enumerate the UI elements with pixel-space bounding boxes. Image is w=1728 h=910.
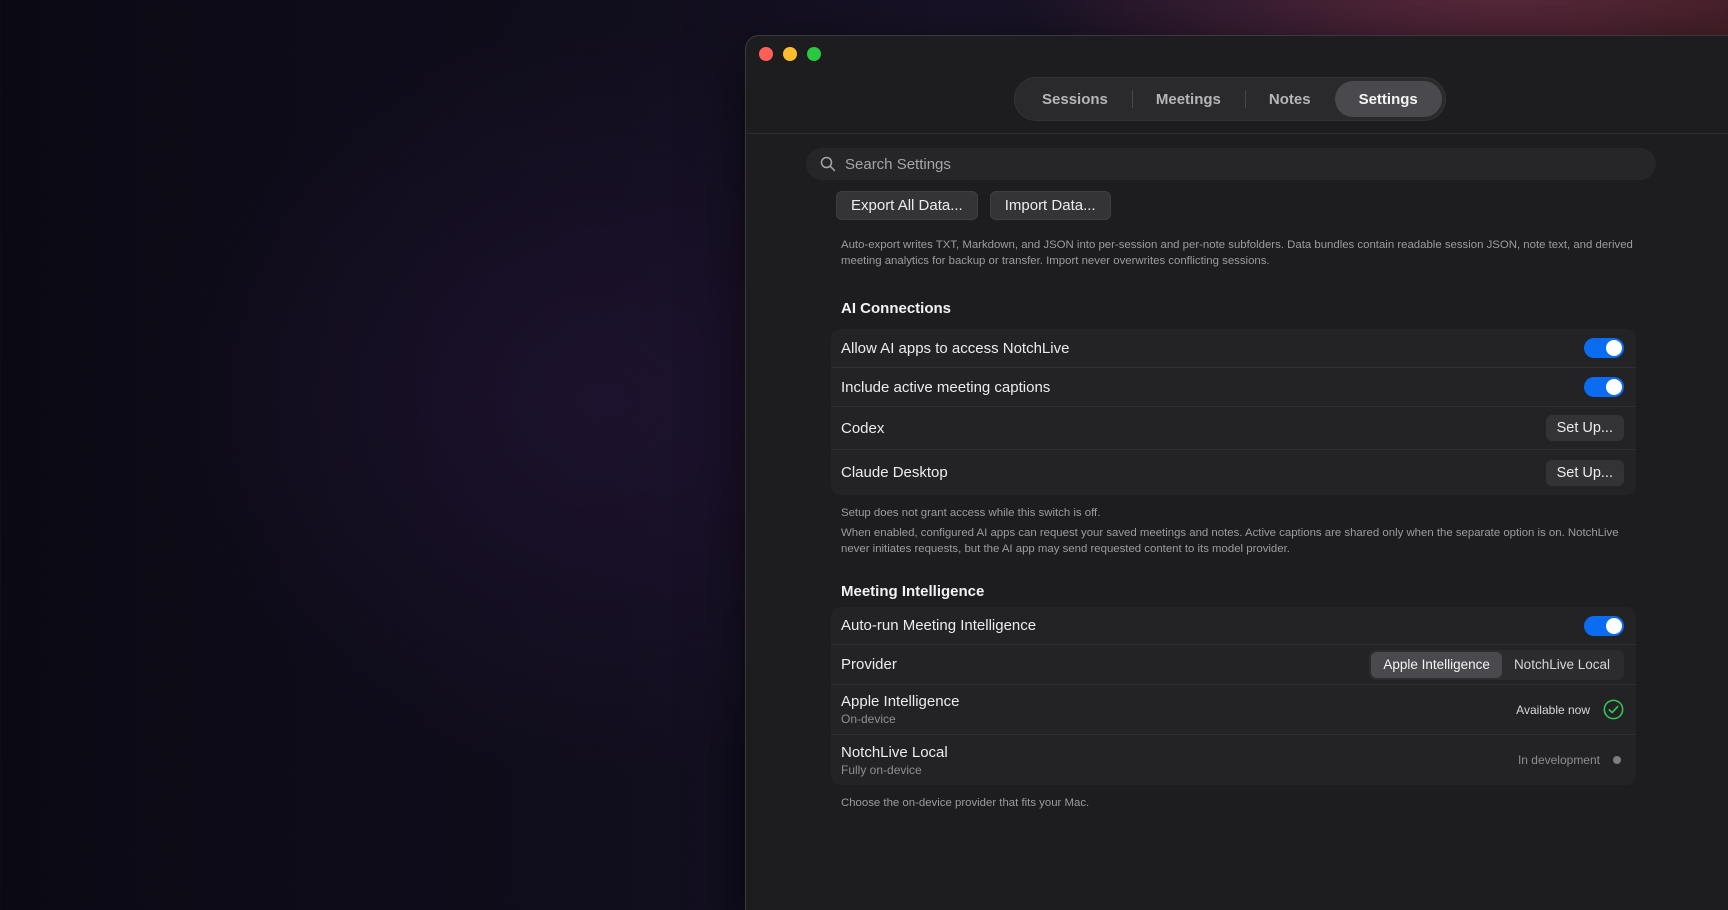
notchlive-local-row: NotchLive Local Fully on-device In devel… bbox=[831, 735, 1636, 785]
ai-connections-group: Allow AI apps to access NotchLive Includ… bbox=[831, 329, 1636, 495]
tab-meetings[interactable]: Meetings bbox=[1131, 81, 1245, 117]
autorun-row: Auto-run Meeting Intelligence bbox=[831, 607, 1636, 645]
claude-desktop-label: Claude Desktop bbox=[841, 464, 948, 481]
provider-note: Choose the on-device provider that fits … bbox=[841, 797, 1090, 809]
meeting-intelligence-title: Meeting Intelligence bbox=[841, 583, 985, 600]
codex-label: Codex bbox=[841, 419, 885, 437]
export-all-data-button[interactable]: Export All Data... bbox=[836, 191, 978, 220]
search-input[interactable] bbox=[845, 155, 1545, 173]
settings-window: Sessions Meetings Notes Settings Export … bbox=[745, 35, 1728, 910]
ai-connections-title: AI Connections bbox=[841, 300, 952, 317]
notchlive-local-status: In development bbox=[1518, 753, 1624, 767]
autorun-label: Auto-run Meeting Intelligence bbox=[841, 617, 1037, 634]
tab-settings[interactable]: Settings bbox=[1334, 81, 1442, 117]
allow-ai-toggle[interactable] bbox=[1584, 338, 1624, 358]
provider-option-notchlive-local[interactable]: NotchLive Local bbox=[1502, 652, 1622, 678]
claude-desktop-row: Claude Desktop Set Up... bbox=[831, 450, 1636, 495]
import-data-button[interactable]: Import Data... bbox=[989, 191, 1111, 220]
notchlive-local-info: NotchLive Local Fully on-device bbox=[841, 744, 948, 777]
data-buttons: Export All Data... Import Data... bbox=[836, 191, 1646, 220]
notchlive-local-status-text: In development bbox=[1517, 753, 1600, 767]
captions-row: Include active meeting captions bbox=[831, 368, 1636, 407]
apple-intelligence-status: Available now bbox=[1516, 699, 1624, 720]
meeting-intelligence-group: Auto-run Meeting Intelligence Provider A… bbox=[831, 607, 1636, 785]
ai-privacy-note: When enabled, configured AI apps can req… bbox=[841, 527, 1619, 555]
autorun-toggle[interactable] bbox=[1584, 615, 1624, 636]
provider-row: Provider Apple Intelligence NotchLive Lo… bbox=[831, 645, 1636, 685]
apple-intelligence-info: Apple Intelligence On-device bbox=[841, 693, 959, 726]
tab-notes[interactable]: Notes bbox=[1244, 81, 1335, 117]
provider-selector: Apple Intelligence NotchLive Local bbox=[1369, 649, 1624, 680]
search-icon bbox=[820, 156, 836, 172]
ai-setup-note: Setup does not grant access while this s… bbox=[841, 507, 1101, 519]
toolbar: Sessions Meetings Notes Settings bbox=[746, 36, 1728, 134]
search-field[interactable] bbox=[806, 148, 1656, 180]
captions-label: Include active meeting captions bbox=[841, 378, 1051, 396]
tab-bar: Sessions Meetings Notes Settings bbox=[1014, 77, 1446, 121]
notchlive-local-sub: Fully on-device bbox=[841, 762, 922, 777]
settings-content: Export All Data... Import Data... Auto-e… bbox=[831, 191, 1646, 811]
notchlive-local-name: NotchLive Local bbox=[841, 743, 948, 761]
codex-setup-button[interactable]: Set Up... bbox=[1545, 415, 1624, 441]
apple-intelligence-sub: On-device bbox=[841, 712, 896, 726]
check-circle-icon bbox=[1603, 699, 1624, 720]
status-dot-icon bbox=[1613, 756, 1621, 764]
allow-ai-label: Allow AI apps to access NotchLive bbox=[841, 339, 1070, 357]
apple-intelligence-name: Apple Intelligence bbox=[841, 693, 960, 710]
apple-intelligence-status-text: Available now bbox=[1516, 702, 1590, 717]
provider-option-apple-intelligence[interactable]: Apple Intelligence bbox=[1371, 651, 1502, 678]
tab-sessions[interactable]: Sessions bbox=[1018, 81, 1132, 117]
data-note: Auto-export writes TXT, Markdown, and JS… bbox=[841, 239, 1633, 267]
captions-toggle[interactable] bbox=[1584, 377, 1624, 397]
provider-label: Provider bbox=[841, 656, 897, 673]
apple-intelligence-row: Apple Intelligence On-device Available n… bbox=[831, 685, 1636, 735]
codex-row: Codex Set Up... bbox=[831, 407, 1636, 450]
claude-desktop-setup-button[interactable]: Set Up... bbox=[1545, 459, 1624, 486]
allow-ai-row: Allow AI apps to access NotchLive bbox=[831, 329, 1636, 368]
